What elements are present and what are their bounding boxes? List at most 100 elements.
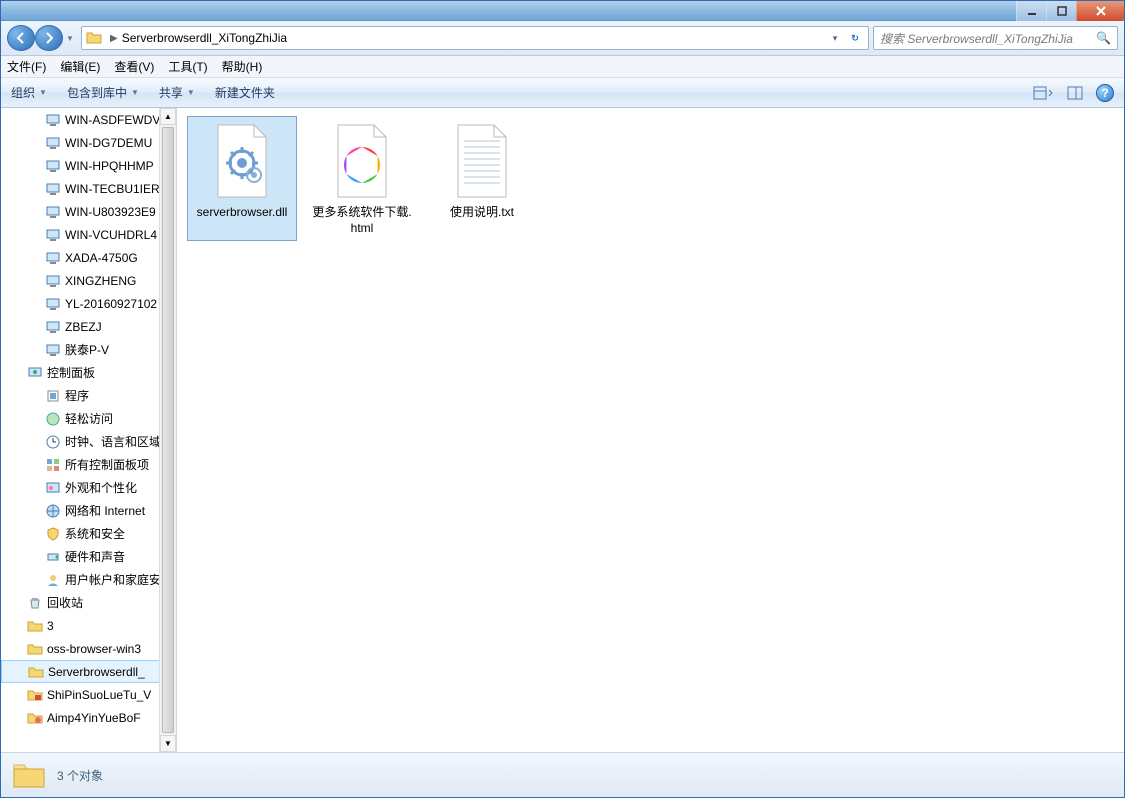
back-button[interactable] <box>7 25 35 51</box>
maximize-button[interactable] <box>1046 1 1076 21</box>
tree-item[interactable]: 时钟、语言和区域 <box>1 430 176 453</box>
tree-item[interactable]: WIN-VCUHDRL4 <box>1 223 176 246</box>
tree-item-icon <box>27 710 43 726</box>
search-input[interactable]: 搜索 Serverbrowserdll_XiTongZhiJia 🔍 <box>873 26 1118 50</box>
tree-item[interactable]: 外观和个性化 <box>1 476 176 499</box>
toolbar: 组织▼ 包含到库中▼ 共享▼ 新建文件夹 ? <box>1 78 1124 108</box>
tree-item-label: WIN-VCUHDRL4 <box>65 228 157 242</box>
organize-button[interactable]: 组织▼ <box>11 84 47 101</box>
address-dropdown-button[interactable]: ▾ <box>826 28 844 48</box>
share-button[interactable]: 共享▼ <box>159 84 195 101</box>
file-item[interactable]: 更多系统软件下载.html <box>307 116 417 241</box>
menu-help[interactable]: 帮助(H) <box>222 58 263 75</box>
include-in-library-button[interactable]: 包含到库中▼ <box>67 84 139 101</box>
file-label: serverbrowser.dll <box>197 205 288 221</box>
tree-item-icon <box>45 181 61 197</box>
file-list[interactable]: serverbrowser.dll 更多系统软件下载.html 使用说明.txt <box>177 108 1124 752</box>
scroll-up-button[interactable]: ▲ <box>160 108 176 125</box>
menu-tools[interactable]: 工具(T) <box>168 58 207 75</box>
tree-item-label: oss-browser-win3 <box>47 642 141 656</box>
tree-item-icon <box>45 135 61 151</box>
tree-item[interactable]: Serverbrowserdll_ <box>1 660 176 683</box>
sidebar-scrollbar[interactable]: ▲ ▼ <box>159 108 176 752</box>
scroll-down-button[interactable]: ▼ <box>160 735 176 752</box>
tree-item[interactable]: 3 <box>1 614 176 637</box>
address-bar[interactable]: ▶ Serverbrowserdll_XiTongZhiJia ▾ ↻ <box>81 26 869 50</box>
tree-item-label: 所有控制面板项 <box>65 456 149 473</box>
tree-item[interactable]: ShiPinSuoLueTu_V <box>1 683 176 706</box>
menubar: 文件(F) 编辑(E) 查看(V) 工具(T) 帮助(H) <box>1 56 1124 78</box>
tree-item-icon <box>45 572 61 588</box>
tree-item-label: 回收站 <box>47 594 83 611</box>
tree-item[interactable]: 硬件和声音 <box>1 545 176 568</box>
tree-item[interactable]: WIN-HPQHHMP <box>1 154 176 177</box>
search-placeholder: 搜索 Serverbrowserdll_XiTongZhiJia <box>880 30 1073 47</box>
file-item[interactable]: serverbrowser.dll <box>187 116 297 241</box>
file-label: 使用说明.txt <box>450 205 514 221</box>
tree-item-label: 时钟、语言和区域 <box>65 433 161 450</box>
tree-view[interactable]: WIN-ASDFEWDV WIN-DG7DEMU WIN-HPQHHMP WIN-TE… <box>1 108 176 752</box>
tree-item[interactable]: WIN-U803923E9 <box>1 200 176 223</box>
file-icon <box>322 121 402 201</box>
refresh-button[interactable]: ↻ <box>846 28 864 48</box>
explorer-window: ▼ ▶ Serverbrowserdll_XiTongZhiJia ▾ ↻ 搜索… <box>0 0 1125 798</box>
tree-item-icon <box>45 319 61 335</box>
file-item[interactable]: 使用说明.txt <box>427 116 537 241</box>
tree-item-icon <box>45 227 61 243</box>
tree-item[interactable]: 所有控制面板项 <box>1 453 176 476</box>
tree-item-icon <box>45 273 61 289</box>
tree-item[interactable]: XINGZHENG <box>1 269 176 292</box>
menu-view[interactable]: 查看(V) <box>114 58 154 75</box>
minimize-button[interactable] <box>1016 1 1046 21</box>
tree-item-icon <box>28 664 44 680</box>
tree-item-label: 外观和个性化 <box>65 479 137 496</box>
tree-item[interactable]: Aimp4YinYueBoF <box>1 706 176 729</box>
tree-item[interactable]: YL-20160927102 <box>1 292 176 315</box>
tree-item[interactable]: WIN-TECBU1IER <box>1 177 176 200</box>
tree-item[interactable]: oss-browser-win3 <box>1 637 176 660</box>
tree-item-label: XINGZHENG <box>65 274 136 288</box>
tree-item[interactable]: 系统和安全 <box>1 522 176 545</box>
breadcrumb-folder[interactable]: Serverbrowserdll_XiTongZhiJia <box>122 31 287 45</box>
menu-file[interactable]: 文件(F) <box>7 58 46 75</box>
scroll-thumb[interactable] <box>162 127 174 733</box>
tree-item[interactable]: 朕泰P-V <box>1 338 176 361</box>
tree-item[interactable]: 轻松访问 <box>1 407 176 430</box>
tree-item-icon <box>45 296 61 312</box>
tree-item-label: WIN-HPQHHMP <box>65 159 154 173</box>
tree-item-label: 控制面板 <box>47 364 95 381</box>
tree-item[interactable]: WIN-DG7DEMU <box>1 131 176 154</box>
tree-item[interactable]: 回收站 <box>1 591 176 614</box>
nav-history-dropdown[interactable]: ▼ <box>63 25 77 51</box>
close-button[interactable] <box>1076 1 1124 21</box>
help-button[interactable]: ? <box>1096 84 1114 102</box>
tree-item[interactable]: 程序 <box>1 384 176 407</box>
menu-edit[interactable]: 编辑(E) <box>60 58 100 75</box>
tree-item-label: WIN-DG7DEMU <box>65 136 152 150</box>
tree-item[interactable]: XADA-4750G <box>1 246 176 269</box>
tree-item[interactable]: 用户帐户和家庭安 <box>1 568 176 591</box>
new-folder-button[interactable]: 新建文件夹 <box>215 84 275 101</box>
tree-item[interactable]: 网络和 Internet <box>1 499 176 522</box>
tree-item[interactable]: 控制面板 <box>1 361 176 384</box>
tree-item-label: ShiPinSuoLueTu_V <box>47 688 151 702</box>
view-options-button[interactable] <box>1032 82 1054 104</box>
tree-item[interactable]: WIN-ASDFEWDV <box>1 108 176 131</box>
status-bar: 3 个对象 <box>1 752 1124 797</box>
tree-item[interactable]: ZBEZJ <box>1 315 176 338</box>
forward-button[interactable] <box>35 25 63 51</box>
search-icon: 🔍 <box>1096 31 1111 45</box>
body-area: WIN-ASDFEWDV WIN-DG7DEMU WIN-HPQHHMP WIN-TE… <box>1 108 1124 752</box>
tree-item-label: 系统和安全 <box>65 525 125 542</box>
toolbar-right: ? <box>1032 82 1114 104</box>
tree-item-label: Serverbrowserdll_ <box>48 665 145 679</box>
titlebar <box>1 1 1124 21</box>
preview-pane-button[interactable] <box>1064 82 1086 104</box>
status-folder-icon <box>11 757 47 793</box>
file-icon <box>202 121 282 201</box>
tree-item-label: Aimp4YinYueBoF <box>47 711 141 725</box>
file-icon <box>442 121 522 201</box>
tree-item-label: 3 <box>47 619 54 633</box>
tree-item-icon <box>45 480 61 496</box>
tree-item-label: 网络和 Internet <box>65 502 145 519</box>
